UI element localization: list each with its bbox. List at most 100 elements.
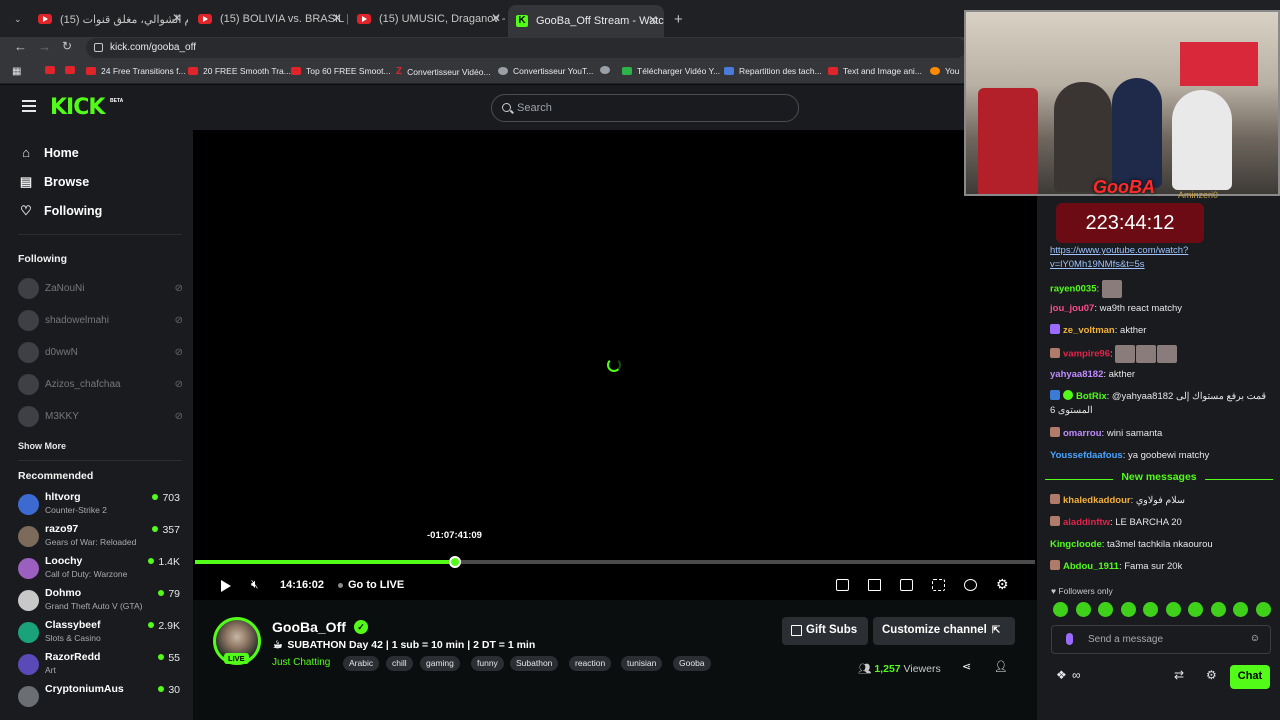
recommended-channel[interactable]: Classybeef Slots & Casino 2.9K [18, 619, 182, 647]
seek-bar[interactable] [195, 556, 1035, 568]
mic-icon[interactable] [1066, 633, 1073, 645]
emote-icon[interactable] [1143, 602, 1159, 617]
points-icon[interactable]: ❖ [1056, 668, 1067, 682]
close-icon[interactable]: ✕ [648, 13, 658, 27]
bookmark-item[interactable]: Top 60 FREE Smoot... [291, 66, 391, 76]
chat-username[interactable]: Abdou_1911 [1063, 561, 1119, 572]
show-more-button[interactable]: Show More [18, 441, 66, 451]
play-icon[interactable] [221, 580, 231, 592]
gift-subs-button[interactable]: Gift Subs [782, 617, 868, 645]
emote-icon[interactable] [1188, 602, 1204, 617]
following-channel[interactable]: M3KKY ⊘ [18, 405, 183, 427]
go-to-live-button[interactable]: Go to LIVE [338, 579, 404, 591]
tab-4-active[interactable]: K GooBa_Off Stream - Watch Live✕ [508, 5, 664, 37]
emote-icon[interactable] [1233, 602, 1249, 617]
chat-message[interactable]: https://www.youtube.com/watch?v=lY0Mh19N… [1050, 244, 1272, 272]
emote-icon[interactable] [1210, 602, 1226, 617]
nav-home[interactable]: ⌂ Home [19, 146, 79, 161]
apps-icon[interactable]: ▦ [12, 66, 21, 77]
clip-icon[interactable] [868, 579, 881, 591]
url-field[interactable]: kick.com/gooba_off [86, 38, 966, 58]
bookmark-item[interactable]: Z Convertisseur Vidéo... [396, 66, 491, 77]
following-channel[interactable]: shadowelmahi ⊘ [18, 309, 183, 331]
recommended-channel[interactable]: CryptoniumAus 30 [18, 683, 182, 711]
back-icon[interactable]: ← [14, 39, 27, 54]
seek-handle[interactable] [449, 556, 462, 568]
tag[interactable]: chill [386, 656, 413, 671]
share-icon[interactable]: ⋖ [962, 660, 971, 673]
emote-icon[interactable] [1075, 602, 1091, 617]
picture-in-picture-icon[interactable] [900, 579, 913, 591]
bookmark-youtube-1[interactable] [45, 66, 60, 74]
bookmark-youtube-2[interactable] [65, 66, 80, 74]
repeat-icon[interactable]: ⇄ [1174, 668, 1184, 682]
menu-icon[interactable] [22, 100, 36, 115]
close-icon[interactable]: ✕ [332, 11, 342, 25]
follow-user-icon[interactable]: 👤︎ [994, 660, 1008, 673]
forward-icon[interactable]: → [38, 39, 51, 54]
tab-1[interactable]: (15) عصام الشوالي، مغلق قنوات✕ [30, 6, 188, 32]
following-channel[interactable]: ZaNouNi ⊘ [18, 277, 183, 299]
emote-icon[interactable] [1165, 602, 1181, 617]
tag[interactable]: Subathon [510, 656, 559, 671]
search-input[interactable]: Search [491, 94, 799, 122]
chat-username[interactable]: Kingcloode [1050, 539, 1102, 550]
reload-icon[interactable]: ↻ [62, 39, 72, 53]
chat-username[interactable]: rayen0035 [1050, 284, 1096, 295]
emote-icon[interactable] [1120, 602, 1136, 617]
tag[interactable]: tunisian [621, 656, 663, 671]
kick-logo[interactable]: KICK [50, 95, 105, 120]
emote-icon[interactable] [1255, 602, 1271, 617]
close-icon[interactable]: ✕ [172, 11, 182, 25]
bookmark-item[interactable]: Repartition des tach... [724, 66, 822, 76]
chat-username[interactable]: omarrou [1063, 428, 1102, 439]
chat-username[interactable]: yahyaa8182 [1050, 369, 1103, 380]
channel-name[interactable]: GooBa_Off [272, 619, 346, 635]
chat-link[interactable]: https://www.youtube.com/watch?v=lY0Mh19N… [1050, 245, 1188, 270]
chat-settings-icon[interactable]: ⚙ [1206, 668, 1217, 682]
tag[interactable]: Gooba [673, 656, 711, 671]
chat-username[interactable]: jou_jou07 [1050, 303, 1094, 314]
new-messages-divider[interactable]: New messages [1045, 471, 1273, 487]
emoji-icon[interactable]: ☺ [1250, 633, 1260, 644]
nav-browse[interactable]: ▤ Browse [19, 175, 89, 190]
customize-channel-button[interactable]: Customize channel ⇱ [873, 617, 1015, 645]
emote-icon[interactable] [1053, 602, 1068, 617]
bookmark-item[interactable] [600, 66, 615, 74]
recommended-channel[interactable]: razo97 Gears of War: Reloaded 357 [18, 523, 182, 551]
bookmark-item[interactable]: Text and Image ani... [828, 66, 922, 76]
chat-username[interactable]: BotRix [1076, 391, 1107, 402]
bookmark-item[interactable]: 20 FREE Smooth Tra... [188, 66, 291, 76]
new-tab-button[interactable]: + [666, 6, 686, 32]
chat-username[interactable]: Youssefdaafous [1050, 450, 1123, 461]
recommended-channel[interactable]: RazorRedd Art 55 [18, 651, 182, 679]
bookmark-item[interactable]: 24 Free Transitions f... [86, 66, 186, 76]
send-message-input[interactable]: Send a message ☺ [1051, 625, 1271, 654]
tag[interactable]: reaction [569, 656, 612, 671]
chat-send-button[interactable]: Chat [1230, 665, 1270, 689]
fullscreen-icon[interactable] [932, 579, 945, 591]
following-channel[interactable]: Azizos_chafchaa ⊘ [18, 373, 183, 395]
tab-2[interactable]: (15) BOLIVIA vs. BRASIL [1-0] | l✕ [190, 6, 348, 32]
close-icon[interactable]: ✕ [491, 11, 501, 25]
mute-icon[interactable]: 🔇︎ [251, 577, 259, 592]
following-channel[interactable]: d0wwN ⊘ [18, 341, 183, 363]
settings-gear-icon[interactable]: ⚙ [996, 576, 1009, 593]
chat-username[interactable]: ze_voltman [1063, 325, 1115, 336]
chat-username[interactable]: khaledkaddour [1063, 495, 1131, 506]
tag[interactable]: Arabic [343, 656, 380, 671]
chat-username[interactable]: aladdinftw [1063, 517, 1110, 528]
recommended-channel[interactable]: Dohmo Grand Theft Auto V (GTA) 79 [18, 587, 182, 615]
quality-icon[interactable] [964, 579, 977, 591]
recommended-channel[interactable]: Loochy Call of Duty: Warzone 1.4K [18, 555, 182, 583]
stream-category[interactable]: Just Chatting [272, 657, 330, 668]
tab-3[interactable]: (15) UMUSIC, Draganov - 3dab✕ [349, 6, 507, 32]
tag[interactable]: funny [471, 656, 504, 671]
tag[interactable]: gaming [420, 656, 460, 671]
bookmark-item[interactable]: Convertisseur YouT... [498, 66, 593, 76]
emote-icon[interactable] [1098, 602, 1114, 617]
nav-following[interactable]: ♡ Following [19, 204, 102, 219]
bookmark-item[interactable]: You [930, 66, 959, 76]
bookmark-item[interactable]: Télécharger Vidéo Y... [622, 66, 720, 76]
tab-list-button[interactable]: ⌄ [6, 6, 28, 32]
